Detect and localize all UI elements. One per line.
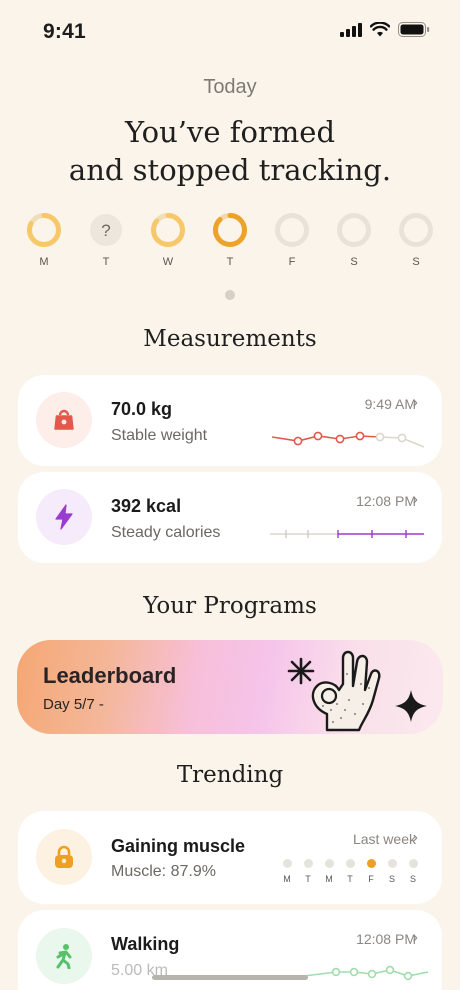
mini-day-active: F	[366, 859, 376, 884]
home-indicator[interactable]	[152, 975, 308, 980]
status-bar: 9:41	[0, 0, 460, 62]
weight-icon	[54, 409, 74, 430]
measurements-heading: Measurements	[143, 326, 317, 352]
day-wednesday[interactable]: W	[149, 213, 187, 268]
calories-value: 392 kcal	[111, 496, 182, 516]
headline-line-2: and stopped tracking.	[68, 153, 392, 187]
chevron-right-icon: ›	[412, 829, 418, 846]
weight-value: 70.0 kg	[111, 399, 173, 419]
weight-sparkline	[271, 431, 425, 448]
muscle-card[interactable]: Gaining muscle Muscle: 87.9% Last week ›…	[18, 811, 442, 904]
empty-ring	[275, 213, 309, 247]
day-label: M	[39, 256, 49, 268]
weight-icon-circle	[36, 392, 92, 448]
day-tuesday[interactable]: ? T	[87, 213, 125, 268]
programs-heading: Your Programs	[143, 593, 317, 619]
status-icons	[340, 22, 430, 37]
leaderboard-program-card[interactable]: Leaderboard Day 5/7 -	[17, 640, 443, 734]
day-thursday[interactable]: T	[211, 213, 249, 268]
lightning-icon	[55, 504, 73, 530]
mini-day: T	[345, 859, 355, 884]
day-label: T	[226, 256, 234, 268]
calories-card[interactable]: 392 kcal Steady calories 12:08 PM ›	[18, 472, 442, 563]
calories-subtitle: Steady calories	[111, 524, 221, 541]
mini-day: S	[408, 859, 418, 884]
headline-line-1: You’ve formed	[124, 115, 336, 149]
muscle-week-dots: M T M T F S S	[282, 859, 418, 884]
day-label: F	[288, 256, 296, 268]
muscle-title: Gaining muscle	[111, 836, 246, 856]
day-monday[interactable]: M	[25, 213, 63, 268]
chevron-right-icon: ›	[412, 394, 418, 411]
day-label: W	[162, 256, 174, 268]
program-title: Leaderboard	[43, 663, 177, 688]
walking-icon	[56, 944, 72, 969]
question-mark: ?	[101, 221, 110, 240]
mini-day: T	[303, 859, 313, 884]
day-saturday[interactable]: S	[335, 213, 373, 268]
date-label: Today	[203, 76, 257, 98]
day-sunday[interactable]: S	[397, 213, 435, 268]
ok-hand-illustration	[287, 650, 427, 732]
progress-ring-today	[213, 213, 247, 247]
unknown-day-ring: ?	[90, 214, 122, 246]
week-progress: M ? T W T F S S	[25, 213, 435, 268]
chevron-right-icon: ›	[412, 929, 418, 946]
chevron-right-icon: ›	[412, 491, 418, 508]
empty-ring	[337, 213, 371, 247]
muscle-subtitle: Muscle: 87.9%	[111, 863, 216, 880]
mini-day: S	[387, 859, 397, 884]
headline: You’ve formed and stopped tracking.	[0, 113, 460, 189]
muscle-period: Last week	[352, 831, 416, 847]
day-label: S	[350, 256, 358, 268]
calories-icon-circle	[36, 489, 92, 545]
mini-day: M	[324, 859, 334, 884]
progress-ring	[27, 213, 61, 247]
weight-card[interactable]: 70.0 kg Stable weight 9:49 AM ›	[18, 375, 442, 466]
weight-time: 9:49 AM	[364, 396, 416, 412]
walking-time: 12:08 PM	[356, 931, 416, 947]
mini-day: M	[282, 859, 292, 884]
walking-sparkline	[303, 965, 429, 981]
trending-heading: Trending	[176, 762, 284, 788]
day-label: S	[412, 256, 420, 268]
walking-icon-circle	[36, 928, 92, 984]
empty-ring	[399, 213, 433, 247]
progress-ring	[151, 213, 185, 247]
day-label: T	[102, 256, 110, 268]
status-time: 9:41	[43, 20, 86, 43]
muscle-icon-circle	[36, 829, 92, 885]
cellular-signal-icon	[340, 22, 362, 37]
wifi-icon	[370, 22, 390, 37]
page-indicator[interactable]	[225, 290, 235, 300]
battery-icon	[398, 22, 430, 37]
calories-time: 12:08 PM	[356, 493, 416, 509]
lock-icon	[55, 845, 73, 868]
calories-sparkline	[270, 530, 424, 538]
weight-subtitle: Stable weight	[111, 427, 208, 444]
program-progress: Day 5/7 -	[43, 696, 104, 713]
day-friday[interactable]: F	[273, 213, 311, 268]
walking-title: Walking	[111, 934, 180, 954]
